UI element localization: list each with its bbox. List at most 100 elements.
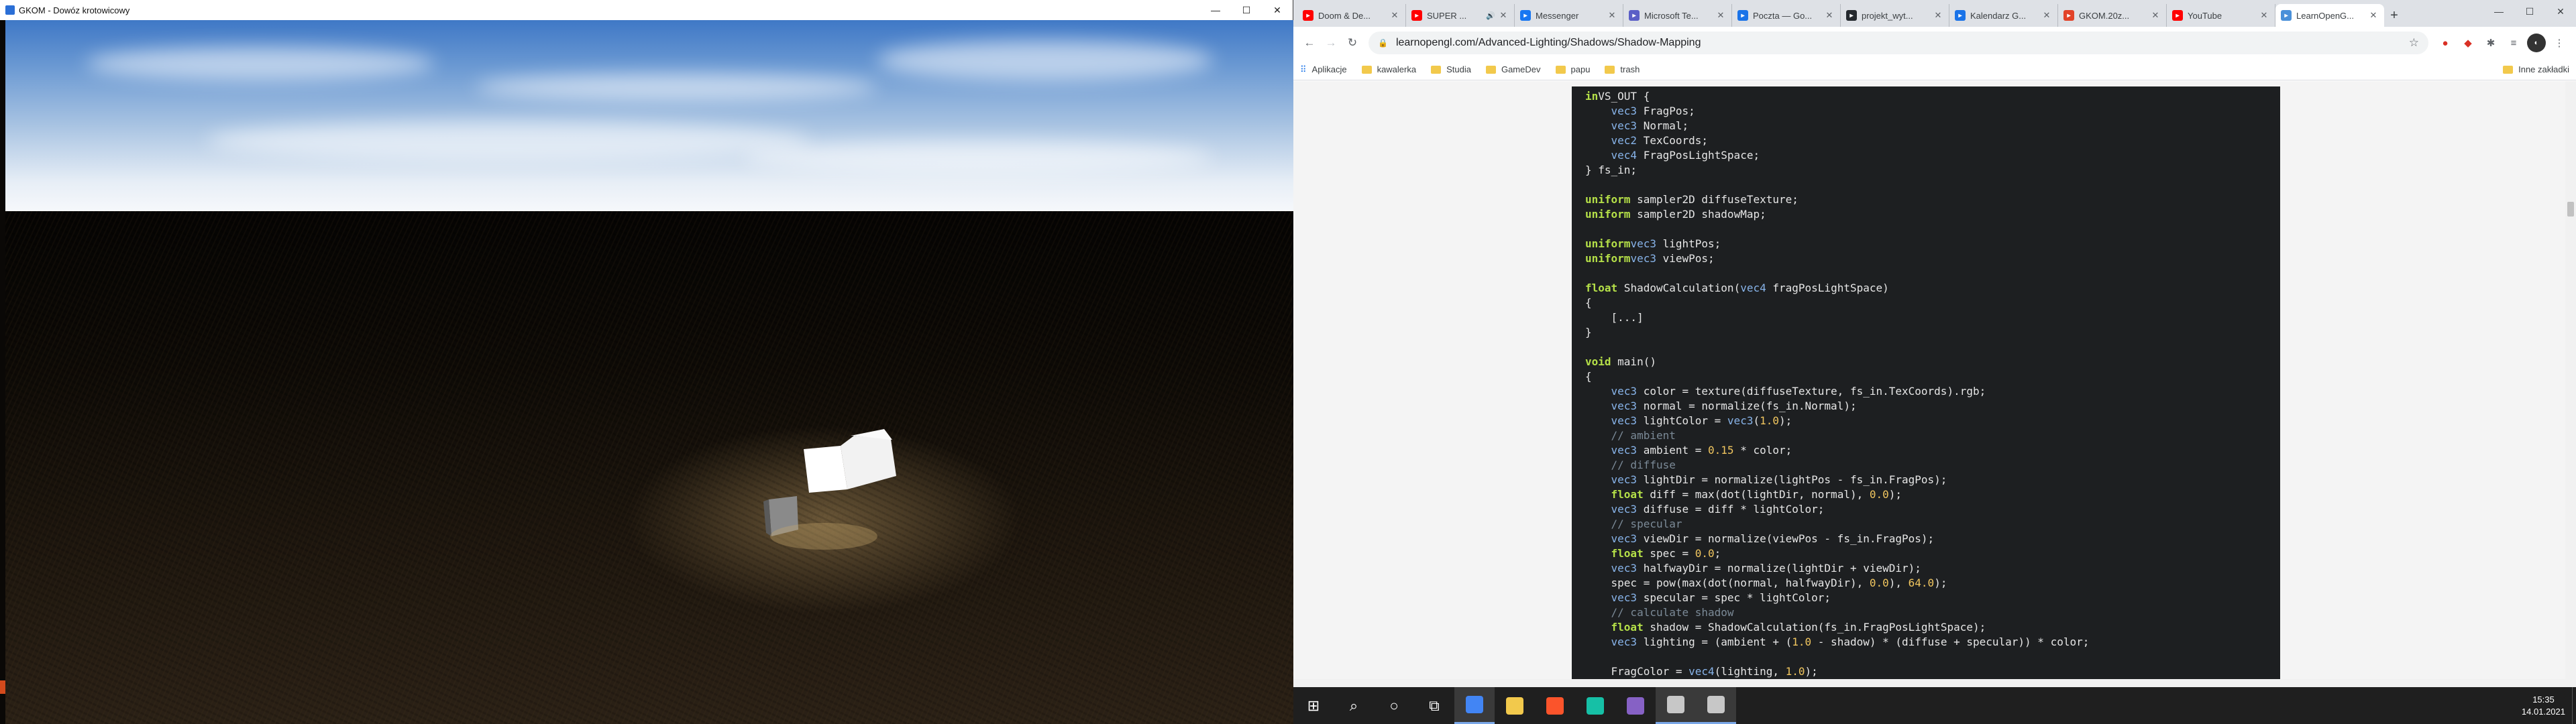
tab-close-icon[interactable]: ✕ [2368,10,2379,21]
gitkraken-icon [1587,697,1604,715]
page-content[interactable]: inVS_OUT { vec3 FragPos; vec3 Normal; ve… [1293,81,2576,687]
tab-close-icon[interactable]: ✕ [1607,10,1617,21]
url-text[interactable]: learnopengl.com/Advanced-Lighting/Shadow… [1396,37,2409,49]
gkom-app[interactable] [1696,687,1736,724]
menu-kebab-icon[interactable]: ⋮ [2550,34,2569,52]
address-bar[interactable]: 🔒 learnopengl.com/Advanced-Lighting/Shad… [1368,32,2428,54]
forward-arrow-icon[interactable]: → [1320,32,1342,54]
code-line: vec3 Normal; [1611,119,1689,132]
search-button[interactable]: ⌕ [1334,687,1374,724]
chrome-window[interactable]: ▸ Doom & De... ✕ ▸ SUPER ... 🔊 ✕ ▸ Messenger ✕ ▸ Mi… [1293,0,2576,687]
scrollbar-thumb[interactable] [2567,202,2574,217]
tab-close-icon[interactable]: ✕ [1933,10,1943,21]
gkom-window-title: GKOM - Dowóz krotowicowy [19,5,130,15]
chrome-minimize-button[interactable]: — [2483,0,2514,23]
code-line: vec3 ambient = 0.15 * color; [1611,444,1792,457]
taskbar: ⊞ ⌕ ○ ⧉ 15:35 14.01.2021 [1293,687,2576,724]
tab-close-icon[interactable]: ✕ [2041,10,2052,21]
profile-avatar[interactable]: ◐ [2527,34,2546,52]
code-line: // diffuse [1585,459,1676,471]
mail-icon: ▸ [1737,10,1748,21]
gkom-app-icon [5,5,15,15]
tab-close-icon[interactable]: ✕ [2150,10,2161,21]
light-cubes [763,429,896,550]
maximize-button[interactable]: ☐ [1231,0,1262,20]
chrome-maximize-button[interactable]: ☐ [2514,0,2545,23]
bookmark-folder[interactable]: trash [1605,64,1640,74]
lock-icon[interactable]: 🔒 [1378,38,1388,48]
system-clock[interactable]: 15:35 14.01.2021 [2522,694,2565,718]
bookmark-apps[interactable]: ⠿ Aplikacje [1300,64,1347,75]
chrome-close-button[interactable]: ✕ [2545,0,2576,23]
gitlab-icon: ▸ [2063,10,2074,21]
browser-tab[interactable]: ▸ YouTube ✕ [2167,4,2275,27]
tab-close-icon[interactable]: ✕ [1498,10,1509,21]
visual-studio-app[interactable] [1615,687,1656,724]
browser-tab[interactable]: ▸ SUPER ... 🔊 ✕ [1406,4,1515,27]
code-line: vec2 TexCoords; [1611,134,1709,147]
browser-tab[interactable]: ▸ Poczta — Go... ✕ [1732,4,1841,27]
browser-tab[interactable]: ▸ projekt_wyt... ✕ [1841,4,1949,27]
tab-close-icon[interactable]: ✕ [2259,10,2269,21]
extension-icon[interactable]: ◆ [2459,34,2477,52]
puzzle-icon[interactable]: ✱ [2481,34,2500,52]
tab-close-icon[interactable]: ✕ [1389,10,1400,21]
bookmark-folder[interactable]: papu [1555,64,1590,74]
tab-close-icon[interactable]: ✕ [1715,10,1726,21]
vertical-scrollbar[interactable] [2565,81,2576,687]
tab-close-icon[interactable]: ✕ [1824,10,1835,21]
browser-tab[interactable]: ▸ GKOM.20z... ✕ [2058,4,2167,27]
code-line: vec3 halfwayDir = normalize(lightDir + v… [1611,562,1921,575]
browser-tab[interactable]: ▸ Kalendarz G... ✕ [1949,4,2058,27]
chrome-app[interactable] [1454,687,1495,724]
bookmark-folder[interactable]: Studia [1431,64,1471,74]
code-line: { [1585,370,1592,383]
youtube-icon: ▸ [2172,10,2183,21]
speaker-icon[interactable]: 🔊 [1486,11,1495,20]
bookmark-star-icon[interactable]: ☆ [2409,36,2419,50]
bookmark-label: trash [1620,64,1640,74]
horizontal-scrollbar[interactable] [1293,679,2565,687]
task-view-button[interactable]: ⧉ [1414,687,1454,724]
bookmark-folder[interactable]: kawalerka [1361,64,1416,74]
cortana-button[interactable]: ○ [1374,687,1414,724]
reload-icon[interactable]: ↻ [1342,32,1363,54]
browser-tab[interactable]: ▸ Messenger ✕ [1515,4,1623,27]
browser-tab[interactable]: ▸ Doom & De... ✕ [1297,4,1406,27]
code-line: vec3 viewDir = normalize(viewPos - fs_in… [1611,532,1935,545]
back-arrow-icon[interactable]: ← [1299,32,1320,54]
code-line: inVS_OUT { [1585,90,1650,103]
tab-label: LearnOpenG... [2296,10,2354,21]
code-line: vec3 lightColor = vec3(1.0); [1611,414,1792,427]
gkom-titlebar[interactable]: GKOM - Dowóz krotowicowy — ☐ ✕ [0,0,1293,20]
tab-label: YouTube [2188,10,2222,21]
explorer-app[interactable] [1495,687,1535,724]
browser-tab[interactable]: ▸ LearnOpenG... ✕ [2275,4,2384,27]
tab-label: SUPER ... [1427,10,1467,21]
code-line: vec4 FragPosLightSpace; [1611,149,1760,162]
code-line: FragColor = vec4(lighting, 1.0); [1585,665,1818,678]
reading-list-icon[interactable]: ≡ [2504,34,2523,52]
bookmark-folder[interactable]: GameDev [1485,64,1541,74]
close-button[interactable]: ✕ [1262,0,1293,20]
bookmark-label: Studia [1446,64,1471,74]
gkom-app-window[interactable]: GKOM - Dowóz krotowicowy — ☐ ✕ [0,0,1293,724]
tab-label: Kalendarz G... [1970,10,2027,21]
new-tab-button[interactable]: + [2384,4,2404,27]
other-bookmarks[interactable]: Inne zakładki [2503,64,2569,74]
terminal-app[interactable] [1656,687,1696,724]
extension-icon[interactable]: ● [2436,34,2455,52]
browser-toolbar: ← → ↻ 🔒 learnopengl.com/Advanced-Lightin… [1293,27,2576,59]
browser-tab[interactable]: ▸ Microsoft Te... ✕ [1623,4,1732,27]
cube-top-front [804,446,847,493]
opengl-viewport[interactable] [5,20,1293,724]
start-button[interactable]: ⊞ [1293,687,1334,724]
code-line: vec3 lightDir = normalize(lightPos - fs_… [1611,473,1947,486]
minimize-button[interactable]: — [1200,0,1231,20]
brave-app[interactable] [1535,687,1575,724]
gitkraken-app[interactable] [1575,687,1615,724]
show-desktop-button[interactable] [2572,687,2576,724]
